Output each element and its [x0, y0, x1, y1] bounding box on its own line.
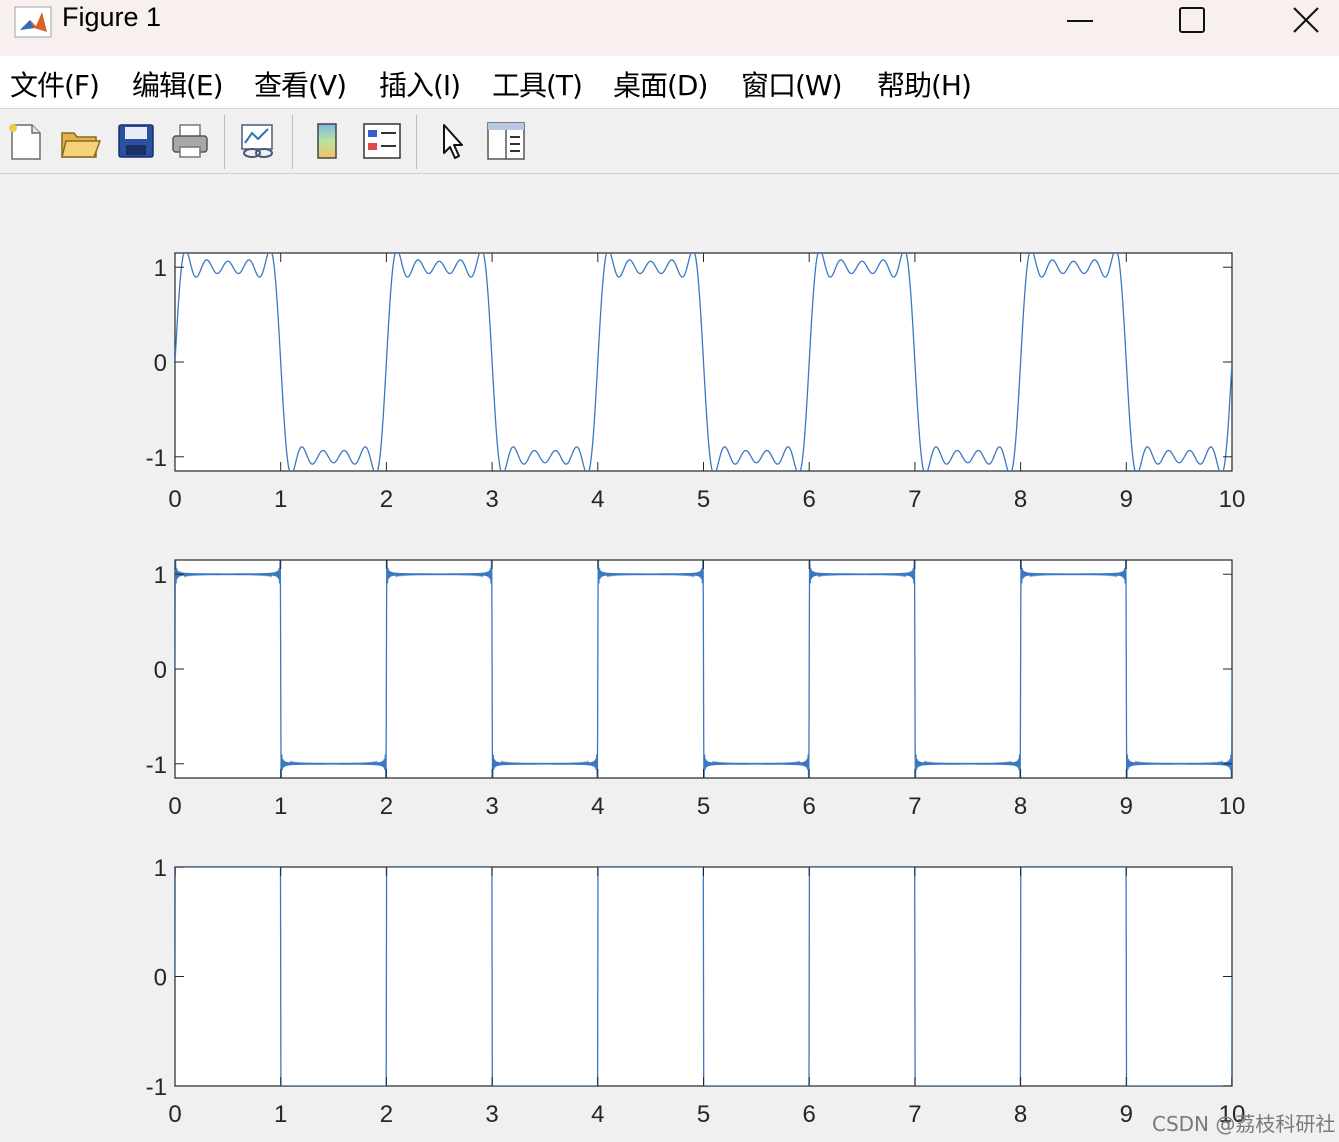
open-file-icon: [61, 132, 102, 158]
x-tick-label: 9: [1120, 1101, 1133, 1128]
close-button[interactable]: [1256, 0, 1339, 40]
menu-edit[interactable]: 编辑(E): [132, 64, 224, 104]
x-tick-label: 4: [591, 1101, 604, 1128]
x-tick-label: 5: [697, 486, 710, 513]
y-tick-label: 0: [154, 965, 167, 992]
y-tick-label: 1: [154, 855, 167, 882]
menu-file[interactable]: 文件(F): [10, 64, 100, 104]
close-icon: [1293, 7, 1319, 33]
menu-tools[interactable]: 工具(T): [492, 64, 583, 104]
toolbar-separator: [416, 115, 417, 169]
x-tick-label: 5: [697, 1101, 710, 1128]
x-tick-label: 9: [1120, 793, 1133, 820]
matlab-logo-icon: [14, 6, 52, 38]
menu-desktop[interactable]: 桌面(D): [613, 64, 708, 104]
minimize-button[interactable]: [1030, 0, 1130, 40]
window-title: Figure 1: [62, 2, 162, 32]
x-tick-label: 10: [1219, 486, 1246, 513]
menu-window[interactable]: 窗口(W): [741, 64, 843, 104]
x-tick-label: 5: [697, 793, 710, 820]
y-tick-label: 1: [154, 255, 167, 282]
x-tick-label: 8: [1014, 1101, 1027, 1128]
x-tick-label: 0: [168, 793, 181, 820]
subplot-3[interactable]: 0 1 2 3 4 5 6 7 8 9 10-101: [146, 855, 1246, 1128]
x-tick-label: 1: [274, 486, 287, 513]
title-bar: Figure 1: [0, 0, 1339, 56]
y-tick-label: 0: [154, 657, 167, 684]
menu-insert[interactable]: 插入(I): [379, 64, 461, 104]
colorbar-button[interactable]: [306, 119, 350, 163]
toolbar: [0, 109, 1339, 174]
property-editor-icon: [487, 122, 525, 160]
watermark: CSDN @荔枝科研社: [1152, 1112, 1336, 1136]
x-tick-label: 9: [1120, 486, 1133, 513]
x-tick-label: 7: [908, 793, 921, 820]
legend-button[interactable]: [360, 119, 404, 163]
x-tick-label: 7: [908, 1101, 921, 1128]
x-tick-label: 0: [168, 486, 181, 513]
save-icon: [118, 124, 154, 158]
x-tick-label: 8: [1014, 793, 1027, 820]
x-tick-label: 2: [380, 1101, 393, 1128]
legend-icon: [363, 123, 401, 159]
y-tick-label: 1: [154, 562, 167, 589]
x-tick-label: 3: [485, 793, 498, 820]
link-plot-button[interactable]: [236, 119, 280, 163]
property-editor-button[interactable]: [484, 119, 528, 163]
y-tick-label: 0: [154, 350, 167, 377]
x-tick-label: 3: [485, 486, 498, 513]
figure-canvas: 0 1 2 3 4 5 6 7 8 9 10 -1 0 1 0 1 2 3 4 5 6 7 8 9 10 -1 0 1 0 1 2 3 4 5 6 7…: [0, 174, 1339, 1142]
x-tick-label: 6: [803, 1101, 816, 1128]
x-tick-label: 3: [485, 1101, 498, 1128]
maximize-icon: [1179, 7, 1205, 33]
menu-bar: 文件(F) 编辑(E) 查看(V) 插入(I) 工具(T) 桌面(D) 窗口(W…: [0, 56, 1339, 109]
x-tick-label: 1: [274, 1101, 287, 1128]
new-figure-icon: [9, 124, 41, 160]
x-tick-label: 6: [803, 486, 816, 513]
toolbar-separator: [292, 115, 293, 169]
y-tick-label: -1: [146, 445, 167, 472]
x-tick-label: 2: [380, 793, 393, 820]
x-tick-label: 0: [168, 1101, 181, 1128]
maximize-button[interactable]: [1142, 0, 1242, 40]
x-tick-label: 4: [591, 793, 604, 820]
toolbar-separator: [224, 115, 225, 169]
x-tick-label: 7: [908, 486, 921, 513]
print-icon: [172, 124, 208, 158]
new-figure-button[interactable]: [4, 119, 48, 163]
colorbar-icon: [317, 123, 337, 159]
subplot-1[interactable]: 0 1 2 3 4 5 6 7 8 9 10-101: [146, 250, 1246, 513]
minimize-icon: [1067, 20, 1093, 22]
x-tick-label: 6: [803, 793, 816, 820]
x-tick-label: 4: [591, 486, 604, 513]
subplots-canvas: 0 1 2 3 4 5 6 7 8 9 10-1010 1 2 3 4 5 6 7 8 9 10-1010 1 2 3 4 5 6 7…: [146, 250, 1246, 1128]
menu-help[interactable]: 帮助(H): [877, 64, 972, 104]
x-tick-label: 2: [380, 486, 393, 513]
y-tick-label: -1: [146, 752, 167, 779]
open-file-button[interactable]: [58, 119, 102, 163]
menu-view[interactable]: 查看(V): [254, 64, 347, 104]
link-plot-icon: [241, 124, 273, 158]
pointer-icon: [443, 124, 463, 159]
y-tick-label: -1: [146, 1074, 167, 1101]
print-button[interactable]: [168, 119, 212, 163]
x-tick-label: 1: [274, 793, 287, 820]
x-tick-label: 8: [1014, 486, 1027, 513]
subplot-2[interactable]: 0 1 2 3 4 5 6 7 8 9 10-101: [146, 559, 1246, 820]
x-tick-label: 10: [1219, 793, 1246, 820]
pointer-button[interactable]: [430, 119, 474, 163]
save-button[interactable]: [114, 119, 158, 163]
